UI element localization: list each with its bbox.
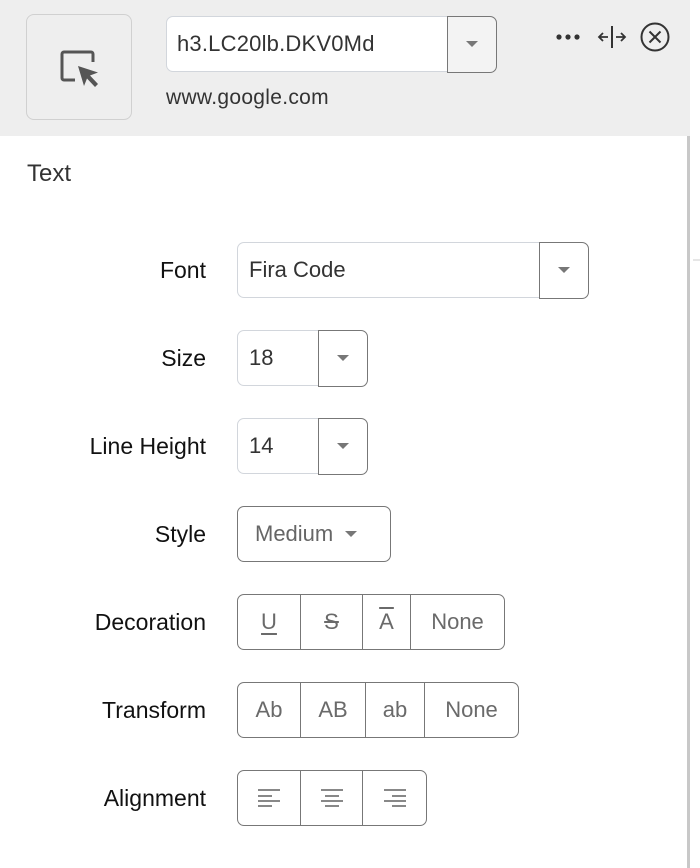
chevron-down-icon [336, 443, 349, 449]
chevron-down-icon [345, 531, 358, 537]
transform-row: Transform Ab AB ab None [0, 682, 690, 738]
style-row: Style Medium [0, 506, 690, 562]
transform-label: Transform [102, 697, 206, 723]
alignment-label: Alignment [103, 785, 206, 811]
size-dropdown-button[interactable] [317, 329, 368, 387]
expand-horizontal-icon [597, 26, 627, 48]
font-row: Font Fira Code [0, 241, 690, 299]
transform-capitalize-button[interactable]: Ab [238, 683, 301, 737]
transform-lowercase-label: ab [382, 697, 408, 722]
font-value[interactable]: Fira Code [238, 243, 539, 297]
decoration-none-label: None [431, 609, 484, 634]
close-circle-icon [640, 22, 670, 52]
underline-icon: U [261, 609, 277, 634]
alignment-segmented-control [237, 770, 427, 826]
line-height-dropdown-button[interactable] [317, 417, 368, 475]
align-center-icon [320, 789, 343, 807]
style-select[interactable]: Medium [237, 506, 391, 562]
transform-none-button[interactable]: None [425, 683, 518, 737]
decoration-label: Decoration [94, 609, 206, 635]
text-style-panel: h3.LC20lb.DKV0Md www.google.com Text Fon… [0, 0, 690, 868]
chevron-down-icon [465, 41, 478, 47]
background-divider [693, 259, 700, 261]
transform-uppercase-label: AB [318, 697, 348, 722]
alignment-row: Alignment [0, 770, 690, 826]
align-left-icon [258, 789, 280, 807]
size-value[interactable]: 18 [238, 331, 318, 385]
overline-icon: A [379, 609, 394, 634]
selector-dropdown[interactable]: h3.LC20lb.DKV0Md [166, 15, 497, 73]
decoration-row: Decoration U S A None [0, 594, 690, 650]
line-height-value[interactable]: 14 [238, 419, 318, 473]
decoration-none-button[interactable]: None [411, 595, 504, 649]
selector-dropdown-button[interactable] [446, 15, 497, 73]
decoration-overline-button[interactable]: A [363, 595, 411, 649]
section-title: Text [27, 160, 72, 187]
font-dropdown-button[interactable] [538, 241, 589, 299]
size-row: Size 18 [0, 329, 690, 387]
style-label: Style [154, 521, 206, 547]
align-center-button[interactable] [301, 771, 363, 825]
transform-none-label: None [445, 697, 498, 722]
align-right-icon [383, 789, 406, 807]
decoration-strikethrough-button[interactable]: S [301, 595, 363, 649]
transform-uppercase-button[interactable]: AB [301, 683, 366, 737]
style-value: Medium [255, 521, 334, 546]
chevron-down-icon [336, 355, 349, 361]
line-height-label: Line Height [89, 433, 206, 459]
line-height-row: Line Height 14 [0, 417, 690, 475]
more-button[interactable] [552, 21, 584, 53]
font-combobox[interactable]: Fira Code [237, 241, 589, 299]
transform-segmented-control: Ab AB ab None [237, 682, 519, 738]
panel-header: h3.LC20lb.DKV0Md www.google.com [0, 0, 690, 136]
element-picker-icon [60, 50, 98, 87]
decoration-underline-button[interactable]: U [238, 595, 301, 649]
close-button[interactable] [638, 20, 672, 54]
element-picker-button[interactable] [26, 14, 132, 120]
strikethrough-icon: S [324, 609, 339, 634]
page-domain: www.google.com [166, 86, 329, 109]
selector-value[interactable]: h3.LC20lb.DKV0Md [167, 17, 447, 71]
header-actions [552, 20, 672, 54]
chevron-down-icon [557, 267, 570, 273]
transform-capitalize-label: Ab [255, 697, 283, 722]
decoration-segmented-control: U S A None [237, 594, 505, 650]
align-right-button[interactable] [363, 771, 426, 825]
more-icon [556, 34, 580, 40]
size-combobox[interactable]: 18 [237, 329, 368, 387]
transform-lowercase-button[interactable]: ab [366, 683, 425, 737]
expand-width-button[interactable] [594, 21, 630, 53]
line-height-combobox[interactable]: 14 [237, 417, 368, 475]
size-label: Size [161, 345, 206, 371]
align-left-button[interactable] [238, 771, 301, 825]
font-label: Font [159, 257, 206, 283]
